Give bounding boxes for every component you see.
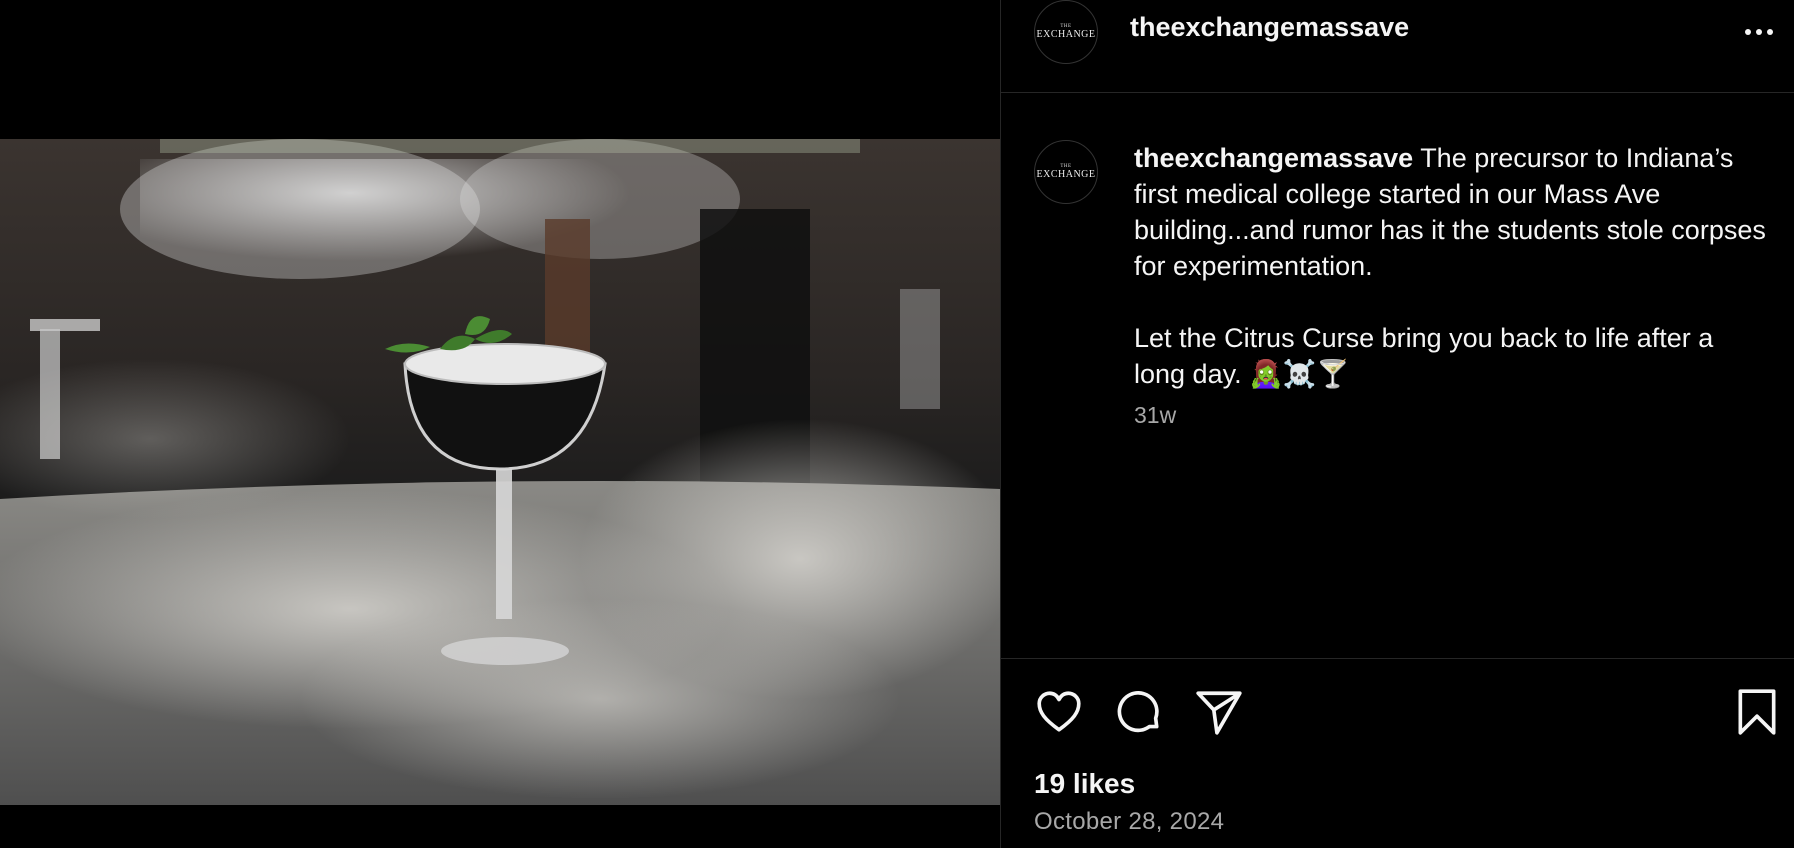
caption-avatar[interactable]: THE EXCHANGE bbox=[1034, 140, 1098, 204]
share-icon[interactable] bbox=[1194, 687, 1244, 737]
caption-paragraph-2: Let the Citrus Curse bring you back to l… bbox=[1134, 323, 1714, 389]
cocktail-image bbox=[0, 139, 1000, 805]
bookmark-icon[interactable] bbox=[1732, 687, 1782, 737]
likes-count[interactable]: 19 likes bbox=[1034, 768, 1135, 800]
heart-icon[interactable] bbox=[1034, 687, 1084, 737]
header-username[interactable]: theexchangemassave bbox=[1130, 12, 1409, 43]
caption-section: THE EXCHANGE theexchangemassave The prec… bbox=[1001, 92, 1794, 658]
caption-timestamp[interactable]: 31w bbox=[1134, 402, 1176, 429]
post-date: October 28, 2024 bbox=[1034, 808, 1225, 835]
post-details-panel: THE EXCHANGE theexchangemassave THE EXCH… bbox=[1001, 0, 1794, 848]
post-photo[interactable] bbox=[0, 139, 1000, 805]
avatar-text-big: EXCHANGE bbox=[1036, 169, 1096, 180]
actions-divider bbox=[1001, 658, 1794, 659]
post-media[interactable] bbox=[0, 0, 1000, 848]
more-options-icon[interactable] bbox=[1739, 17, 1779, 47]
profile-avatar[interactable]: THE EXCHANGE bbox=[1034, 0, 1098, 64]
avatar-text-big: EXCHANGE bbox=[1036, 29, 1096, 40]
comment-icon[interactable] bbox=[1114, 687, 1164, 737]
caption-text: theexchangemassave The precursor to Indi… bbox=[1134, 140, 1769, 392]
caption-username[interactable]: theexchangemassave bbox=[1134, 143, 1413, 173]
post-header: THE EXCHANGE theexchangemassave bbox=[1001, 0, 1794, 93]
